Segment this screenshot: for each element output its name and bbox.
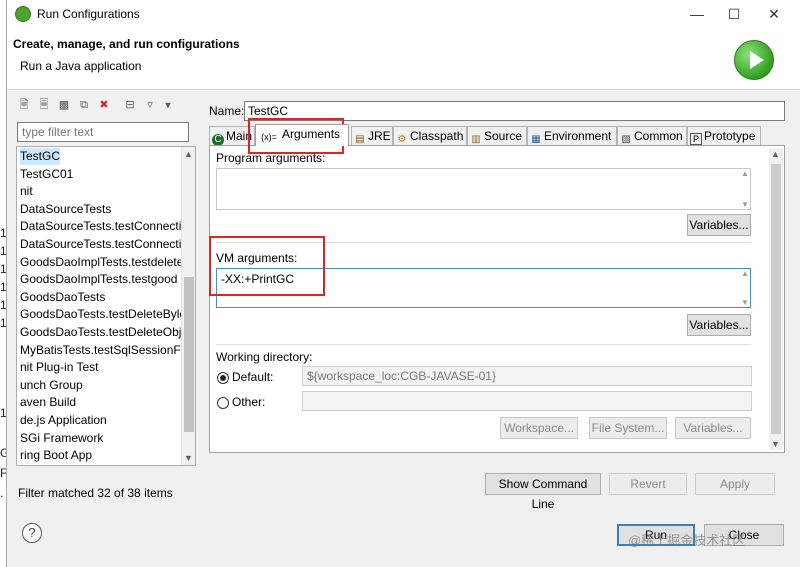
tab-jre[interactable]: ▤ JRE bbox=[351, 126, 393, 146]
scroll-up-icon[interactable]: ▲ bbox=[741, 169, 749, 178]
tree-scrollbar[interactable]: ▲ ▼ bbox=[181, 147, 195, 465]
new-config-icon[interactable]: 🗎 bbox=[17, 98, 31, 112]
filter-input[interactable] bbox=[17, 122, 189, 142]
list-item[interactable]: MyBatisTests.testSqlSessionFa bbox=[20, 342, 187, 359]
other-label: Other: bbox=[232, 395, 266, 409]
configuration-tree[interactable]: TestGC TestGC01 nit DataSourceTests Data… bbox=[16, 146, 196, 466]
vm-variables-button[interactable]: Variables... bbox=[687, 314, 751, 336]
scroll-up-icon[interactable]: ▲ bbox=[771, 149, 780, 159]
divider bbox=[216, 344, 751, 345]
file-system-button[interactable]: File System... bbox=[589, 417, 667, 439]
list-item[interactable]: nit Plug-in Test bbox=[20, 359, 99, 376]
list-item[interactable]: ring Boot App bbox=[20, 447, 92, 464]
vm-arguments-scrollbar[interactable]: ▲ ▼ bbox=[738, 268, 752, 308]
scrollbar-thumb[interactable] bbox=[771, 164, 781, 434]
new-prototype-icon[interactable]: 🗏 bbox=[37, 98, 51, 112]
working-directory-label: Working directory: bbox=[216, 350, 313, 364]
list-item[interactable]: TestGC bbox=[20, 148, 61, 165]
scroll-down-icon[interactable]: ▼ bbox=[771, 439, 780, 449]
workspace-button[interactable]: Workspace... bbox=[500, 417, 578, 439]
apply-button[interactable]: Apply bbox=[695, 473, 775, 495]
tab-prototype[interactable]: P Prototype bbox=[687, 126, 761, 146]
filter-icon[interactable]: ▿ bbox=[143, 98, 157, 112]
list-item[interactable]: de.js Application bbox=[20, 412, 107, 429]
tab-classpath[interactable]: ⚙ Classpath bbox=[393, 126, 467, 146]
tab-environment[interactable]: ▦ Environment bbox=[527, 126, 617, 146]
name-label: Name: bbox=[209, 104, 245, 118]
list-item[interactable]: GoodsDaoTests bbox=[20, 289, 105, 306]
configuration-editor: Name: TestGC C Main (x)= Arguments ▤ JRE ⚙ C… bbox=[203, 95, 793, 511]
list-item[interactable]: aven Build bbox=[20, 394, 76, 411]
scrollbar-thumb[interactable] bbox=[184, 277, 194, 432]
program-variables-button[interactable]: Variables... bbox=[687, 214, 751, 236]
configuration-list-panel: 🗎 🗏 ▩ ⧉ ✖ ⊟ ▿ ▼ TestGC TestGC01 nit Data… bbox=[13, 95, 197, 507]
view-menu-icon[interactable]: ▼ bbox=[161, 98, 175, 112]
minimize-button[interactable]: — bbox=[687, 4, 707, 24]
title-bar: Run Configurations — ☐ ✕ bbox=[7, 0, 800, 28]
scroll-up-icon[interactable]: ▲ bbox=[741, 269, 749, 278]
list-item[interactable]: GoodsDaoTests.testDeleteBylc bbox=[20, 306, 185, 323]
scroll-down-icon[interactable]: ▼ bbox=[741, 200, 749, 209]
tab-label: Classpath bbox=[410, 129, 464, 143]
tab-arguments[interactable]: (x)= Arguments bbox=[255, 124, 349, 146]
list-item[interactable]: GoodsDaoTests.testDeleteObj bbox=[20, 324, 181, 341]
run-icon bbox=[734, 40, 774, 80]
delete-icon[interactable]: ✖ bbox=[97, 98, 111, 112]
default-radio[interactable] bbox=[217, 372, 229, 384]
window-title: Run Configurations bbox=[37, 7, 140, 21]
other-radio[interactable] bbox=[217, 397, 229, 409]
list-toolbar: 🗎 🗏 ▩ ⧉ ✖ ⊟ ▿ ▼ bbox=[13, 95, 197, 115]
tab-source[interactable]: ▥ Source bbox=[467, 126, 527, 146]
program-arguments-scrollbar[interactable]: ▲ ▼ bbox=[738, 168, 752, 210]
tab-label: JRE bbox=[368, 129, 391, 143]
export-icon[interactable]: ▩ bbox=[57, 98, 71, 112]
tab-label: Source bbox=[484, 129, 523, 143]
panel-scrollbar[interactable]: ▲ ▼ bbox=[769, 148, 783, 450]
working-dir-variables-button[interactable]: Variables... bbox=[675, 417, 751, 439]
duplicate-icon[interactable]: ⧉ bbox=[77, 98, 91, 112]
list-item[interactable]: DataSourceTests.testConnectic bbox=[20, 218, 187, 235]
arguments-tab-icon: (x)= bbox=[261, 132, 277, 142]
header-banner: Create, manage, and run configurations R… bbox=[7, 28, 800, 90]
list-item[interactable]: unch Group bbox=[20, 377, 83, 394]
list-item[interactable]: SGi Framework bbox=[20, 430, 103, 447]
run-configurations-dialog: Run Configurations — ☐ ✕ Create, manage,… bbox=[6, 0, 800, 567]
arguments-tab-panel: Program arguments: ▲ ▼ Variables... VM ar… bbox=[209, 145, 785, 453]
program-arguments-textarea[interactable] bbox=[216, 168, 751, 210]
scroll-down-icon[interactable]: ▼ bbox=[184, 453, 193, 463]
scroll-down-icon[interactable]: ▼ bbox=[741, 298, 749, 307]
list-item[interactable]: GoodsDaoImplTests.testgood bbox=[20, 271, 177, 288]
fragment-char: . bbox=[0, 486, 4, 500]
prototype-tab-icon: P bbox=[690, 133, 702, 145]
list-item[interactable]: TestGC01 bbox=[20, 166, 73, 183]
banner-subtitle: Run a Java application bbox=[20, 59, 142, 73]
show-command-line-button[interactable]: Show Command Line bbox=[485, 473, 601, 511]
tab-label: Arguments bbox=[282, 127, 341, 141]
list-item[interactable]: DataSourceTests.testConnectic bbox=[20, 236, 187, 253]
tab-strip: C Main (x)= Arguments ▤ JRE ⚙ Classpath ▥ Sou… bbox=[209, 124, 785, 146]
eclipse-icon bbox=[15, 6, 31, 22]
tab-common[interactable]: ▧ Common bbox=[617, 126, 687, 146]
list-item[interactable]: DataSourceTests bbox=[20, 201, 111, 218]
other-directory-field bbox=[302, 391, 752, 411]
vm-arguments-highlight bbox=[209, 236, 325, 296]
default-directory-field: ${workspace_loc:CGB-JAVASE-01} bbox=[302, 366, 752, 386]
tab-label: Common bbox=[634, 129, 683, 143]
list-item[interactable]: nit bbox=[20, 183, 33, 200]
watermark: @稀土掘金技术社区 bbox=[628, 533, 746, 548]
revert-button[interactable]: Revert bbox=[609, 473, 687, 495]
collapse-all-icon[interactable]: ⊟ bbox=[123, 98, 137, 112]
default-label: Default: bbox=[232, 370, 274, 384]
scroll-up-icon[interactable]: ▲ bbox=[184, 149, 193, 159]
maximize-button[interactable]: ☐ bbox=[724, 4, 744, 24]
tab-label: Prototype bbox=[704, 129, 756, 143]
filter-status: Filter matched 32 of 38 items bbox=[18, 486, 173, 500]
list-item[interactable]: GoodsDaoImplTests.testdelete bbox=[20, 254, 183, 271]
help-icon[interactable]: ? bbox=[22, 523, 42, 543]
close-window-button[interactable]: ✕ bbox=[764, 4, 784, 24]
banner-title: Create, manage, and run configurations bbox=[13, 37, 240, 51]
tab-label: Environment bbox=[544, 129, 612, 143]
